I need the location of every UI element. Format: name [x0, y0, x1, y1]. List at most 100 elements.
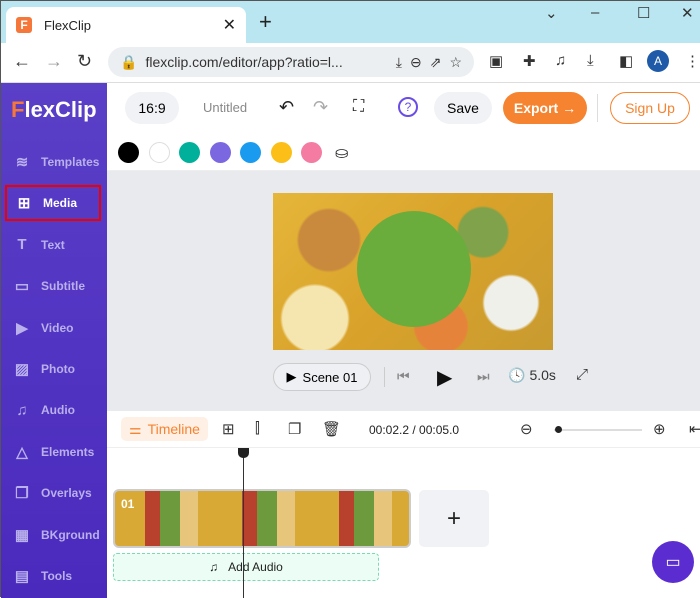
add-scene-button[interactable]: + [419, 490, 489, 547]
playhead-line[interactable] [243, 448, 244, 598]
collapse-timeline-icon[interactable]: ⇤ [689, 420, 700, 438]
sidebar-item-overlays[interactable]: ❐ Overlays [5, 475, 101, 511]
zoom-in-icon[interactable]: ⊕ [653, 420, 666, 438]
play-icon[interactable]: ▶ [437, 365, 452, 390]
reload-icon[interactable]: ↻ [77, 51, 92, 72]
split-icon[interactable]: ⫿ [255, 420, 260, 437]
sidebar-item-label: Media [43, 196, 78, 211]
sidebar-item-templates[interactable]: ≋ Templates [5, 144, 101, 180]
tab-title: FlexClip [44, 17, 91, 33]
zoom-out-icon[interactable]: ⊖ [520, 420, 533, 438]
sidebar-item-label: Audio [41, 403, 75, 418]
minimize-button[interactable]: – [591, 4, 599, 21]
sidebar-item-video[interactable]: ▶ Video [5, 310, 101, 346]
browser-tab[interactable]: F FlexClip ✕ [6, 7, 246, 43]
sidebar-item-text[interactable]: T Text [5, 227, 101, 263]
clock-icon: 🕓 [508, 367, 526, 383]
sidebar-item-bkground[interactable]: ▦ BKground [5, 517, 101, 553]
background-icon: ▦ [14, 526, 30, 544]
maximize-button[interactable]: ☐ [637, 4, 650, 22]
sidebar-item-elements[interactable]: △ Elements [5, 434, 101, 470]
star-icon[interactable]: ☆ [449, 54, 462, 71]
sidebar-item-photo[interactable]: ▨ Photo [5, 351, 101, 387]
duration-label: 5.0s [529, 367, 556, 383]
sidebar-item-label: Text [41, 237, 65, 252]
chat-support-button[interactable]: ▭ [652, 541, 694, 583]
profile-avatar[interactable]: A [647, 50, 669, 72]
timeline-icon: ⚌ [129, 420, 142, 437]
divider [384, 367, 385, 387]
forward-icon[interactable]: → [45, 51, 63, 72]
duplicate-icon[interactable]: ❐ [288, 420, 301, 438]
sidebar-item-label: Subtitle [41, 279, 85, 294]
sidebar-item-media[interactable]: ⊞ Media [5, 185, 101, 222]
color-swatch[interactable] [209, 142, 231, 163]
project-title[interactable]: Untitled [203, 100, 247, 115]
scene-clip[interactable] [113, 489, 411, 548]
undo-icon[interactable]: ↶ [279, 97, 294, 118]
add-audio-button[interactable]: ♫ Add Audio [113, 553, 379, 581]
redo-icon[interactable]: ↷ [313, 97, 328, 118]
sidebar-item-subtitle[interactable]: ▭ Subtitle [5, 268, 101, 304]
duration-button[interactable]: 🕓 5.0s [508, 367, 556, 384]
photo-icon: ▨ [14, 361, 30, 378]
aspect-ratio-button[interactable]: 16:9 [125, 92, 179, 124]
address-bar[interactable]: 🔒 flexclip.com/editor/app?ratio=l... ⤓ ⊖ ⇗ ☆ [108, 47, 474, 77]
sidebar-item-label: Tools [41, 569, 73, 583]
media-control-icon[interactable]: ♫ [555, 52, 566, 69]
sidebar-item-tools[interactable]: ▤ Tools [5, 558, 101, 594]
menu-icon[interactable]: ⋮ [685, 52, 700, 70]
add-audio-label: Add Audio [228, 560, 283, 574]
save-button[interactable]: Save [434, 92, 492, 124]
green-circle-shape[interactable] [357, 211, 471, 327]
sign-up-button[interactable]: Sign Up [610, 92, 690, 124]
music-icon: ♫ [209, 560, 219, 574]
elements-icon: △ [16, 443, 28, 461]
tab-search-icon[interactable]: ⌄ [545, 4, 558, 22]
color-swatch[interactable] [118, 142, 139, 163]
expand-preview-icon[interactable]: ⤢ [576, 366, 588, 383]
side-panel-icon[interactable]: ◧ [619, 52, 633, 70]
timeline-button[interactable]: ⚌ Timeline [121, 417, 208, 441]
zoom-slider[interactable] [554, 429, 642, 431]
sidebar-item-label: Video [41, 320, 74, 335]
layers-icon: ≋ [15, 154, 29, 171]
color-swatch[interactable] [179, 142, 200, 163]
color-swatch[interactable] [270, 142, 292, 163]
install-icon[interactable]: ⤓ [396, 54, 402, 71]
scene-label: Scene 01 [302, 369, 358, 385]
delete-icon[interactable]: 🗑 [322, 420, 341, 438]
sidebar-item-label: Photo [41, 362, 75, 376]
sidebar-item-audio[interactable]: ♫ Audio [5, 392, 101, 428]
add-scene-icon[interactable]: ⊞ [222, 420, 235, 438]
zoom-out-icon[interactable]: ⊖ [410, 54, 422, 71]
help-icon[interactable]: ? [398, 97, 418, 117]
previous-icon[interactable]: ⏮ [397, 368, 410, 385]
screenshot-ext-icon[interactable]: ▣ [489, 52, 503, 70]
export-button[interactable]: Export → [503, 92, 587, 124]
download-icon[interactable]: ⤓ [587, 52, 594, 69]
playhead-handle[interactable] [238, 448, 249, 458]
flexclip-logo[interactable]: FlexClip [11, 97, 97, 123]
timecode: 00:02.2 / 00:05.0 [369, 423, 460, 437]
sidebar-item-label: Overlays [41, 486, 92, 501]
close-tab-icon[interactable]: ✕ [223, 15, 236, 35]
share-icon[interactable]: ⇗ [430, 54, 442, 71]
next-icon[interactable]: ⏭ [477, 368, 490, 385]
back-icon[interactable]: ← [13, 51, 31, 72]
color-swatch[interactable] [148, 142, 170, 163]
new-tab-button[interactable]: + [259, 9, 272, 35]
scene-play-button[interactable]: ▶ Scene 01 [273, 363, 371, 391]
paint-bucket-icon[interactable]: ⛀ [335, 143, 348, 163]
play-icon: ▶ [286, 369, 297, 384]
divider [597, 94, 598, 122]
fullscreen-icon[interactable]: ⛶ [353, 98, 364, 116]
color-swatch[interactable] [301, 142, 322, 163]
url-text: flexclip.com/editor/app?ratio=l... [145, 54, 343, 70]
close-window-button[interactable]: ✕ [681, 4, 694, 22]
color-swatch[interactable] [240, 142, 261, 163]
sidebar-item-label: Elements [41, 444, 95, 459]
extensions-icon[interactable]: ✚ [523, 52, 536, 70]
clip-number: 01 [121, 497, 135, 511]
lock-icon: 🔒 [120, 53, 138, 70]
